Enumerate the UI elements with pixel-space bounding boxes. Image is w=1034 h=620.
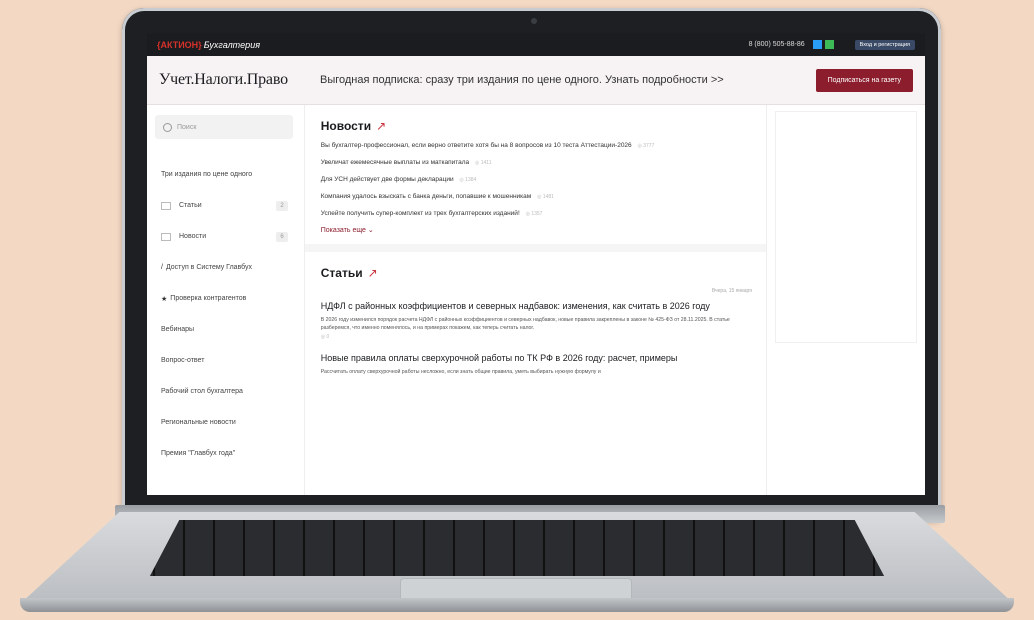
main-column: Новости ↗ Вы бухгалтер-профессионал, есл… bbox=[304, 105, 767, 495]
sidebar-item-desktop[interactable]: Рабочий стол бухгалтера bbox=[155, 376, 304, 407]
views-value: 1481 bbox=[542, 194, 554, 200]
sidebar-item-webinars[interactable]: Вебинары bbox=[155, 314, 304, 345]
news-item-text: Компания удалось взыскать с банка деньги… bbox=[320, 193, 532, 200]
ad-placeholder bbox=[775, 111, 917, 343]
right-column bbox=[767, 105, 925, 495]
sidebar-item-system-access[interactable]: / Доступ в Систему Главбух bbox=[155, 252, 304, 283]
news-item[interactable]: Для УСН действует две формы декларации ◎… bbox=[321, 175, 752, 185]
sidebar-item-label: Премия "Главбух года" bbox=[161, 450, 236, 457]
views-count: ◎ 1411 bbox=[474, 160, 492, 166]
sidebar-item-regional-news[interactable]: Региональные новости bbox=[155, 407, 304, 438]
sidebar: Поиск Три издания по цене одного Статьи … bbox=[147, 105, 305, 495]
top-bar: {АКТИОН} Бухгалтерия 8 (800) 505-88-86 В… bbox=[147, 33, 925, 56]
sidebar-item-label: Новости bbox=[179, 233, 207, 240]
count-badge: 2 bbox=[276, 200, 288, 211]
articles-heading[interactable]: Статьи ↗ bbox=[321, 266, 752, 280]
sidebar-item-label: Вопрос-ответ bbox=[161, 357, 205, 364]
sidebar-item-label: Рабочий стол бухгалтера bbox=[161, 388, 243, 395]
login-button[interactable]: Вход и регистрация bbox=[854, 39, 915, 50]
views-count: ◎ 1357 bbox=[525, 211, 543, 217]
news-icon bbox=[161, 232, 171, 241]
views-count: ◎ 1384 bbox=[459, 177, 477, 183]
views-count: ◎ 0 bbox=[320, 334, 330, 340]
brand-aktion[interactable]: {АКТИОН} bbox=[157, 40, 202, 50]
arrow-up-right-icon: ↗ bbox=[367, 266, 378, 280]
news-title: Новости bbox=[320, 119, 372, 133]
news-item-text: Увеличат ежемесячные выплаты из маткапит… bbox=[320, 159, 470, 166]
count-badge: 6 bbox=[276, 231, 288, 242]
arrow-up-right-icon: ↗ bbox=[376, 119, 387, 133]
news-item[interactable]: Компания удалось взыскать с банка деньги… bbox=[321, 192, 752, 202]
laptop-front-edge bbox=[20, 598, 1014, 612]
sidebar-item-counterparty-check[interactable]: ★ Проверка контрагентов bbox=[155, 283, 304, 314]
views-count: ◎ 1481 bbox=[537, 194, 554, 200]
sidebar-item-award[interactable]: Премия "Главбух года" bbox=[155, 438, 304, 469]
phone-number[interactable]: 8 (800) 505-88-86 bbox=[749, 41, 805, 48]
news-heading[interactable]: Новости ↗ bbox=[321, 119, 752, 133]
sidebar-item-label: Региональные новости bbox=[161, 419, 236, 426]
news-item-text: Вы бухгалтер-профессионал, если верно от… bbox=[320, 142, 632, 149]
news-item[interactable]: Вы бухгалтер-профессионал, если верно от… bbox=[321, 141, 752, 151]
whatsapp-icon[interactable] bbox=[824, 40, 834, 49]
sidebar-item-qa[interactable]: Вопрос-ответ bbox=[155, 345, 304, 376]
camera-dot bbox=[531, 18, 537, 24]
views-count: ◎ 3777 bbox=[637, 143, 655, 149]
search-placeholder: Поиск bbox=[177, 123, 197, 131]
site-logo[interactable]: Учет.Налоги.Право bbox=[147, 71, 314, 89]
news-item[interactable]: Успейте получить супер-комплект из трех … bbox=[321, 209, 752, 219]
news-item[interactable]: Увеличат ежемесячные выплаты из маткапит… bbox=[321, 158, 752, 168]
news-item-text: Успейте получить супер-комплект из трех … bbox=[320, 210, 520, 217]
article-excerpt: В 2026 году изменился порядок расчета НД… bbox=[320, 317, 730, 331]
promo-banner[interactable]: Выгодная подписка: сразу три издания по … bbox=[314, 73, 816, 88]
subscribe-button[interactable]: Подписаться на газету bbox=[815, 68, 913, 92]
show-more-label: Показать еще bbox=[320, 227, 366, 234]
views-value: 1411 bbox=[480, 160, 492, 166]
views-value: 3777 bbox=[643, 143, 655, 149]
brand-product[interactable]: Бухгалтерия bbox=[204, 40, 260, 50]
content-area: Поиск Три издания по цене одного Статьи … bbox=[147, 105, 925, 495]
articles-icon bbox=[161, 201, 171, 210]
article-excerpt: Рассчитать оплату сверхурочной работы не… bbox=[320, 369, 601, 375]
views-value: 1384 bbox=[465, 177, 477, 183]
screen: {АКТИОН} Бухгалтерия 8 (800) 505-88-86 В… bbox=[147, 33, 925, 495]
show-more-link[interactable]: Показать еще ⌄ bbox=[321, 226, 752, 234]
telegram-icon[interactable] bbox=[812, 40, 822, 49]
sidebar-item-news[interactable]: Новости 6 bbox=[155, 221, 304, 252]
key-icon: / bbox=[161, 264, 163, 271]
news-item-text: Для УСН действует две формы декларации bbox=[320, 176, 454, 183]
sidebar-item-label: Вебинары bbox=[161, 326, 195, 333]
search-icon bbox=[163, 122, 172, 132]
chevron-down-icon: ⌄ bbox=[367, 227, 374, 234]
sidebar-item-articles[interactable]: Статьи 2 bbox=[155, 190, 304, 221]
views-value: 0 bbox=[326, 334, 330, 340]
article-title[interactable]: НДФЛ с районных коэффициентов и северных… bbox=[321, 300, 752, 312]
site-header: Учет.Налоги.Право Выгодная подписка: сра… bbox=[147, 56, 925, 105]
sidebar-item-label: Доступ в Систему Главбух bbox=[165, 264, 253, 271]
news-section: Новости ↗ Вы бухгалтер-профессионал, есл… bbox=[304, 105, 766, 252]
sidebar-item-three-editions[interactable]: Три издания по цене одного bbox=[155, 159, 304, 190]
sidebar-item-label: Статьи bbox=[179, 202, 202, 209]
search-input[interactable]: Поиск bbox=[155, 115, 293, 139]
sidebar-item-label: Три издания по цене одного bbox=[161, 171, 253, 178]
article-date: Вчера, 15 января bbox=[711, 288, 752, 294]
articles-section: Статьи ↗ Вчера, 15 января НДФЛ с районны… bbox=[305, 252, 766, 388]
views-value: 1357 bbox=[531, 211, 543, 217]
star-icon: ★ bbox=[161, 295, 168, 303]
sidebar-item-label: Проверка контрагентов bbox=[170, 295, 247, 302]
keyboard bbox=[150, 520, 884, 576]
articles-title: Статьи bbox=[320, 266, 363, 280]
article-title[interactable]: Новые правила оплаты сверхурочной работы… bbox=[321, 352, 752, 364]
